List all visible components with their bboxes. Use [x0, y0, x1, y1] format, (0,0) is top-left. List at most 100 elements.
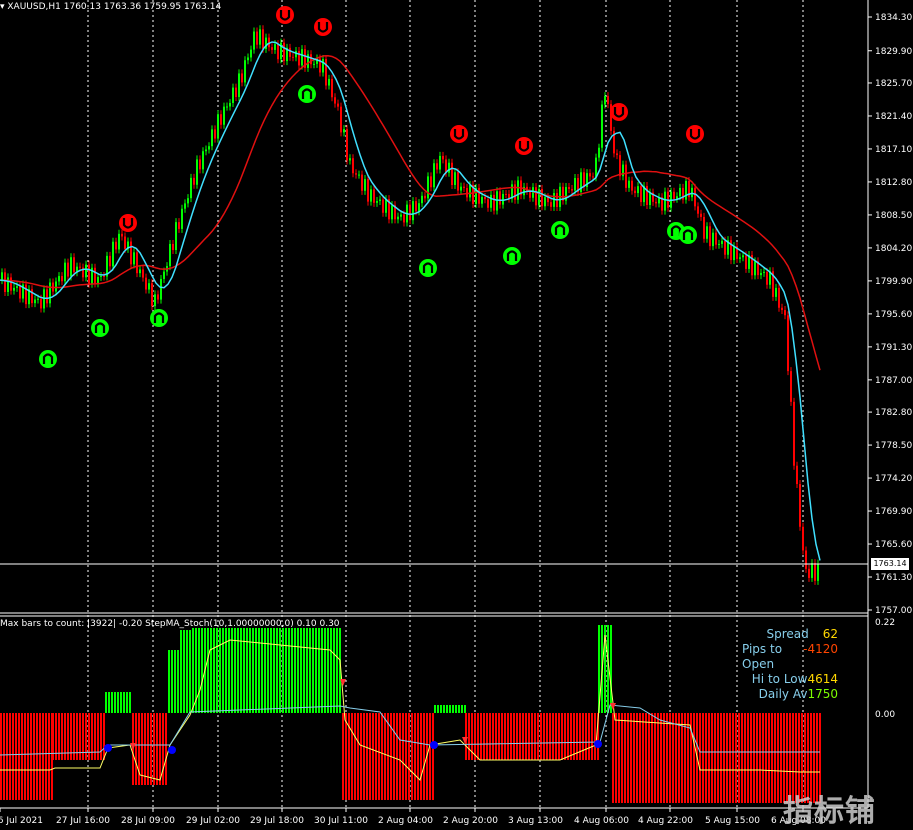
- candle-body: [25, 284, 27, 305]
- candle-body: [499, 191, 501, 205]
- candle-body: [595, 157, 597, 178]
- watermark-logo: 指标铺: [783, 794, 876, 829]
- histogram-bar: [100, 713, 102, 760]
- candle-body: [379, 199, 381, 202]
- histogram-bar: [381, 713, 383, 800]
- candle-body: [160, 278, 162, 300]
- histogram-bar: [330, 628, 332, 713]
- candle-body: [568, 187, 570, 190]
- histogram-bar: [714, 713, 716, 803]
- histogram-bar: [351, 713, 353, 800]
- candle-body: [448, 162, 450, 173]
- histogram-bar: [279, 628, 281, 713]
- histogram-bar: [564, 713, 566, 760]
- histogram-bar: [762, 713, 764, 803]
- histogram-bar: [446, 705, 448, 713]
- candle-body: [403, 214, 405, 223]
- candle-body: [103, 275, 105, 277]
- candle-body: [271, 47, 273, 50]
- candle-body: [199, 159, 201, 170]
- histogram-bar: [201, 628, 203, 713]
- candle-body: [193, 177, 195, 185]
- candle-body: [631, 180, 633, 191]
- stoch-cross-icon: [594, 740, 602, 748]
- candle-body: [220, 114, 222, 125]
- histogram-bar: [393, 713, 395, 800]
- candle-body: [262, 29, 264, 49]
- histogram-bar: [774, 713, 776, 803]
- histogram-bar: [777, 713, 779, 803]
- histogram-bar: [156, 713, 158, 785]
- candle-body: [709, 226, 711, 247]
- candle-body: [664, 191, 666, 211]
- sell-signal-icon: [610, 103, 628, 121]
- candle-body: [517, 180, 519, 200]
- candle-body: [502, 193, 504, 205]
- histogram-bar: [531, 713, 533, 760]
- histogram-bar: [516, 713, 518, 760]
- histogram-bar: [639, 713, 641, 803]
- candle-body: [322, 59, 324, 73]
- candle-body: [778, 287, 780, 308]
- candle-body: [796, 465, 798, 485]
- candle-body: [775, 287, 777, 297]
- candle-body: [745, 255, 747, 269]
- histogram-bar: [449, 705, 451, 713]
- histogram-bar: [465, 713, 467, 760]
- histogram-bar: [108, 692, 110, 713]
- histogram-bar: [633, 713, 635, 803]
- histogram-bar: [636, 713, 638, 803]
- histogram-bar: [501, 713, 503, 760]
- histogram-bar: [42, 713, 44, 800]
- histogram-bar: [408, 713, 410, 800]
- candle-body: [130, 241, 132, 265]
- histogram-bar: [717, 713, 719, 803]
- histogram-bar: [39, 713, 41, 800]
- histogram-bar: [306, 628, 308, 713]
- histogram-bar: [420, 713, 422, 800]
- histogram-bar: [123, 692, 125, 713]
- price-tick-label: 1799.90: [875, 277, 912, 287]
- candle-body: [616, 153, 618, 156]
- candle-body: [157, 294, 159, 300]
- histogram-bar: [18, 713, 20, 800]
- candle-body: [172, 243, 174, 251]
- histogram-bar: [561, 713, 563, 760]
- histogram-bar: [207, 628, 209, 713]
- candle-body: [226, 106, 228, 108]
- candle-body: [496, 191, 498, 211]
- histogram-bar: [270, 628, 272, 713]
- candle-body: [463, 186, 465, 189]
- candle-body: [535, 187, 537, 206]
- histogram-bar: [414, 713, 416, 800]
- candle-body: [466, 188, 468, 198]
- candle-body: [724, 240, 726, 255]
- histogram-bar: [594, 713, 596, 760]
- time-tick-label: 28 Jul 09:00: [121, 816, 175, 826]
- candle-body: [46, 289, 48, 304]
- histogram-bar: [504, 713, 506, 760]
- histogram-bar: [294, 628, 296, 713]
- candle-body: [811, 563, 813, 578]
- price-tick-label: 1769.90: [875, 507, 912, 517]
- histogram-bar: [144, 713, 146, 785]
- histogram-bar: [672, 713, 674, 803]
- candle-body: [637, 186, 639, 194]
- histogram-bar: [765, 713, 767, 803]
- trading-chart[interactable]: 1834.30 1829.90 1825.70 1821.40 1817.10 1812.…: [0, 0, 913, 829]
- histogram-bar: [258, 628, 260, 713]
- candle-body: [514, 184, 516, 200]
- histogram-bar: [267, 628, 269, 713]
- histogram-bar: [33, 713, 35, 800]
- candle-body: [58, 276, 60, 282]
- histogram-bar: [366, 713, 368, 800]
- histogram-bar: [750, 713, 752, 803]
- candle-body: [67, 262, 69, 277]
- candle-body: [400, 214, 402, 217]
- time-axis: 26 Jul 2021 27 Jul 16:00 28 Jul 09:00 29 Ju…: [0, 808, 826, 826]
- candle-body: [211, 129, 213, 147]
- histogram-bar: [705, 713, 707, 803]
- histogram-bar: [610, 625, 612, 713]
- histogram-bar: [417, 713, 419, 800]
- candle-body: [739, 257, 741, 259]
